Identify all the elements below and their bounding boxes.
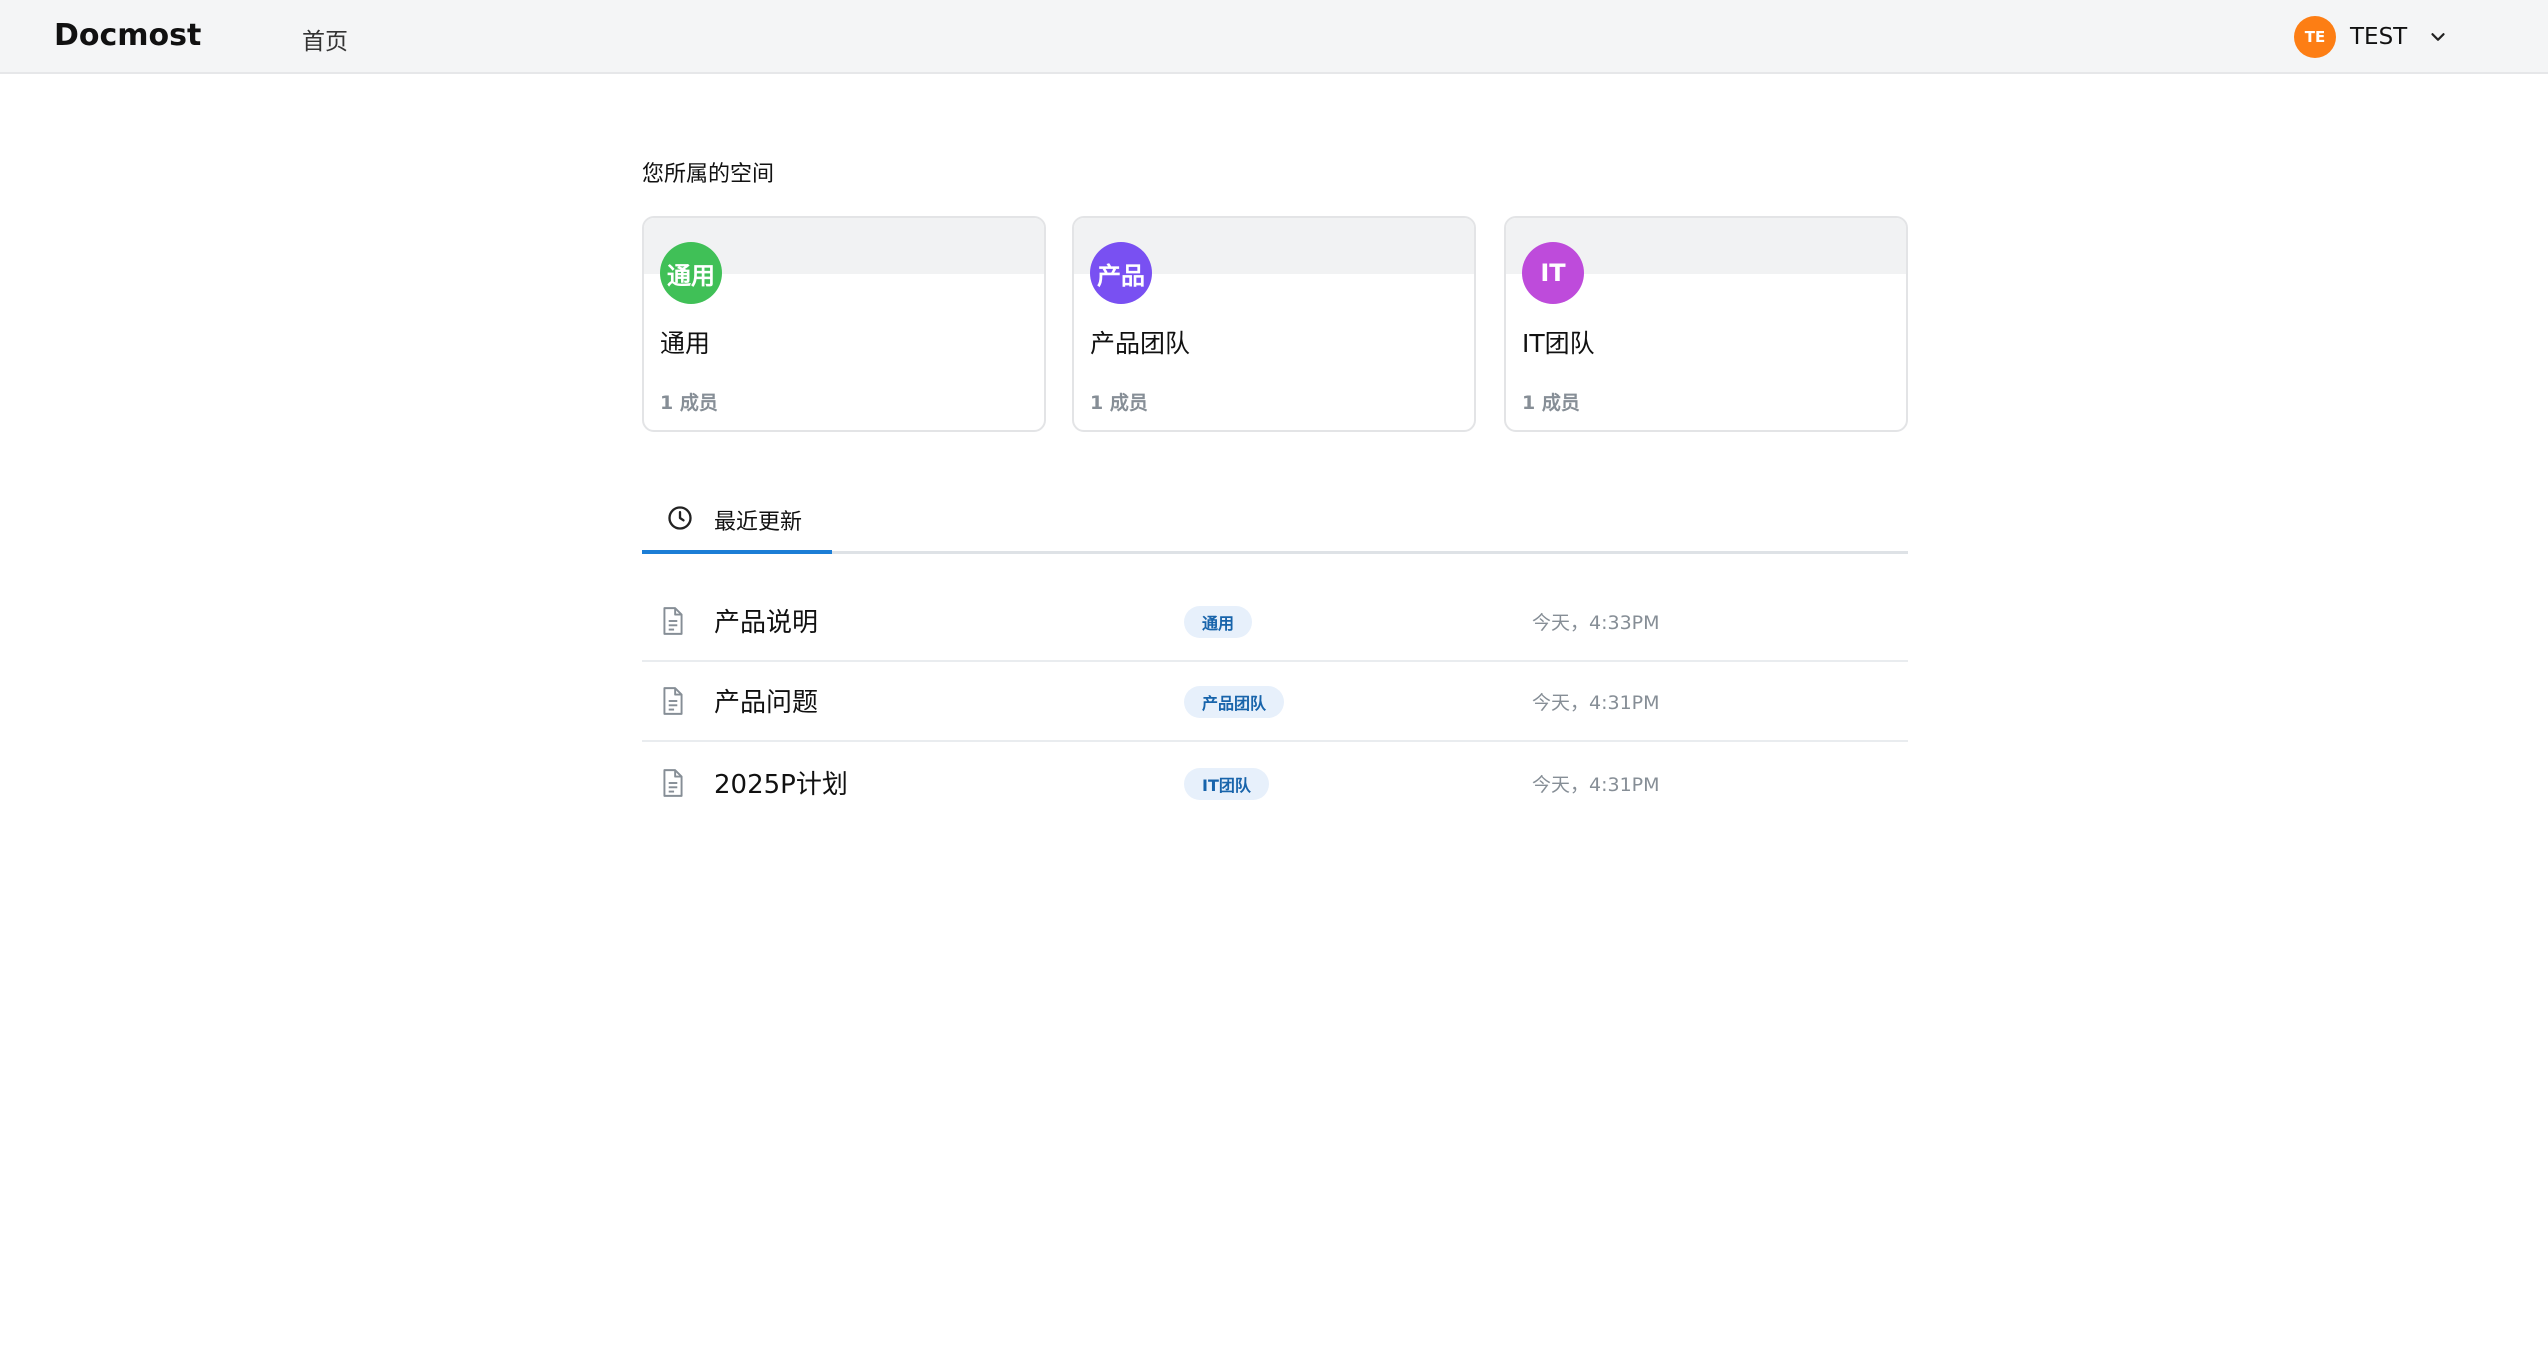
space-card-product-team[interactable]: 产品 产品团队 1 成员 — [1072, 216, 1476, 432]
spaces-section-title: 您所属的空间 — [642, 162, 775, 187]
page-title: 2025P计划 — [714, 770, 848, 800]
list-item[interactable]: 产品问题 产品团队 今天，4:31PM — [642, 662, 1908, 742]
file-icon — [663, 687, 683, 715]
user-menu-button[interactable]: TE TEST — [2294, 14, 2449, 60]
updated-time: 今天，4:31PM — [1532, 692, 1660, 714]
nav-home-link[interactable]: 首页 — [302, 22, 348, 56]
file-icon — [663, 769, 683, 797]
updated-time: 今天，4:31PM — [1532, 774, 1660, 796]
space-member-count: 1 成员 — [660, 392, 718, 414]
tab-label: 最近更新 — [714, 510, 803, 535]
space-name: 通用 — [660, 329, 711, 358]
space-card-general[interactable]: 通用 通用 1 成员 — [642, 216, 1046, 432]
tab-recent-updates[interactable]: 最近更新 — [642, 498, 832, 554]
clock-icon — [668, 506, 692, 530]
space-avatar: 通用 — [660, 242, 722, 304]
space-avatar: 产品 — [1090, 242, 1152, 304]
space-name: 产品团队 — [1090, 329, 1191, 358]
brand-logo[interactable]: Docmost — [54, 18, 201, 53]
space-badge[interactable]: IT团队 — [1184, 768, 1269, 800]
space-member-count: 1 成员 — [1090, 392, 1148, 414]
space-member-count: 1 成员 — [1522, 392, 1580, 414]
chevron-down-icon — [2431, 33, 2445, 41]
user-name: TEST — [2350, 24, 2408, 50]
list-item[interactable]: 产品说明 通用 今天，4:33PM — [642, 582, 1908, 662]
list-item[interactable]: 2025P计划 IT团队 今天，4:31PM — [642, 744, 1908, 824]
page-title: 产品问题 — [714, 688, 819, 718]
space-badge[interactable]: 产品团队 — [1184, 686, 1285, 718]
top-header: Docmost 首页 TE TEST — [0, 0, 2548, 74]
space-badge[interactable]: 通用 — [1184, 606, 1253, 638]
updated-time: 今天，4:33PM — [1532, 612, 1660, 634]
avatar: TE — [2294, 16, 2336, 58]
page-title: 产品说明 — [714, 608, 819, 638]
space-name: IT团队 — [1522, 329, 1595, 358]
space-avatar: IT — [1522, 242, 1584, 304]
space-card-it-team[interactable]: IT IT团队 1 成员 — [1504, 216, 1908, 432]
file-icon — [663, 607, 683, 635]
content-tabs: 最近更新 — [642, 498, 1908, 554]
